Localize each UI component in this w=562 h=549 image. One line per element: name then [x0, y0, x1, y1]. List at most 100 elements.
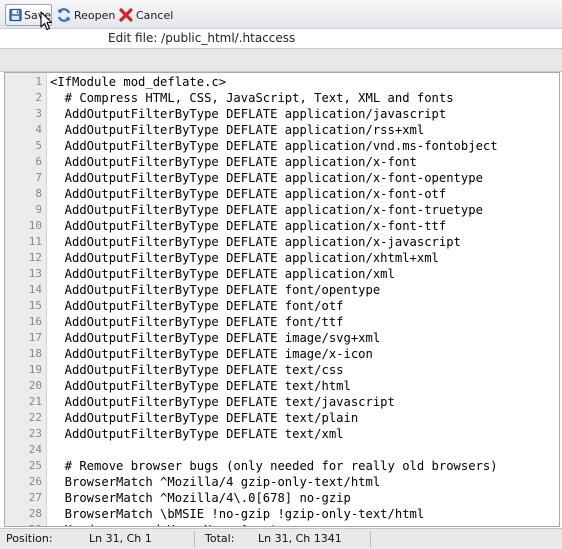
line-number: 1	[35, 75, 42, 88]
code-text: Header append Vary User-Agent	[50, 522, 278, 526]
line-number: 22	[28, 411, 42, 424]
editor-lines: 1 <IfModule mod_deflate.c> 2 # Compress HT…	[5, 74, 559, 526]
status-divider	[370, 531, 371, 547]
code-editor[interactable]: 1 <IfModule mod_deflate.c> 2 # Compress HT…	[4, 72, 560, 527]
code-text: AddOutputFilterByType DEFLATE image/x-ic…	[50, 347, 373, 361]
code-text: <IfModule mod_deflate.c>	[50, 75, 227, 89]
line-number: 8	[35, 187, 42, 200]
code-text: AddOutputFilterByType DEFLATE applicatio…	[50, 107, 447, 121]
line-number: 28	[28, 507, 42, 520]
code-line[interactable]: 17 AddOutputFilterByType DEFLATE image/s…	[5, 330, 559, 346]
line-number: 26	[28, 475, 42, 488]
code-text: # Compress HTML, CSS, JavaScript, Text, …	[50, 91, 454, 105]
code-line[interactable]: 18 AddOutputFilterByType DEFLATE image/x…	[5, 346, 559, 362]
code-text: BrowserMatch ^Mozilla/4\.0[678] no-gzip	[50, 491, 351, 505]
code-text: BrowserMatch \bMSIE !no-gzip !gzip-only-…	[50, 507, 425, 521]
code-text: AddOutputFilterByType DEFLATE applicatio…	[50, 171, 483, 185]
mouse-pointer-icon	[40, 11, 53, 31]
code-line[interactable]: 22 AddOutputFilterByType DEFLATE text/pl…	[5, 410, 559, 426]
line-number: 24	[28, 443, 42, 456]
line-number: 17	[28, 331, 42, 344]
line-number: 10	[28, 219, 42, 232]
code-line[interactable]: 4 AddOutputFilterByType DEFLATE applicat…	[5, 122, 559, 138]
code-line[interactable]: 20 AddOutputFilterByType DEFLATE text/ht…	[5, 378, 559, 394]
code-line[interactable]: 29 Header append Vary User-Agent	[5, 522, 559, 526]
editor-header-bar	[0, 48, 562, 72]
code-line[interactable]: 12 AddOutputFilterByType DEFLATE applica…	[5, 250, 559, 266]
code-text: BrowserMatch ^Mozilla/4 gzip-only-text/h…	[50, 475, 381, 489]
code-text: # Remove browser bugs (only needed for r…	[50, 459, 498, 473]
line-number: 13	[28, 267, 42, 280]
line-number: 23	[28, 427, 42, 440]
code-line[interactable]: 5 AddOutputFilterByType DEFLATE applicat…	[5, 138, 559, 154]
cancel-button-label: Cancel	[136, 8, 174, 22]
code-line[interactable]: 23 AddOutputFilterByType DEFLATE text/xm…	[5, 426, 559, 442]
code-text: AddOutputFilterByType DEFLATE applicatio…	[50, 219, 447, 233]
total-value: Ln 31, Ch 1341	[258, 532, 342, 545]
edit-file-path: Edit file: /public_html/.htaccess	[108, 31, 296, 45]
code-text: AddOutputFilterByType DEFLATE image/svg+…	[50, 331, 381, 345]
line-number: 21	[28, 395, 42, 408]
code-text: AddOutputFilterByType DEFLATE font/otf	[50, 299, 344, 313]
cancel-button[interactable]: Cancel	[118, 4, 173, 26]
position-label: Position:	[6, 532, 53, 545]
line-number: 12	[28, 251, 42, 264]
code-text: AddOutputFilterByType DEFLATE font/ttf	[50, 315, 344, 329]
reload-icon	[57, 8, 71, 22]
code-line[interactable]: 25 # Remove browser bugs (only needed fo…	[5, 458, 559, 474]
line-number: 4	[35, 123, 42, 136]
line-number: 16	[28, 315, 42, 328]
code-line[interactable]: 19 AddOutputFilterByType DEFLATE text/cs…	[5, 362, 559, 378]
code-text: AddOutputFilterByType DEFLATE applicatio…	[50, 187, 447, 201]
line-number: 3	[35, 107, 42, 120]
code-text: AddOutputFilterByType DEFLATE text/javas…	[50, 395, 395, 409]
code-line[interactable]: 26 BrowserMatch ^Mozilla/4 gzip-only-tex…	[5, 474, 559, 490]
code-line[interactable]: 9 AddOutputFilterByType DEFLATE applicat…	[5, 202, 559, 218]
code-line[interactable]: 21 AddOutputFilterByType DEFLATE text/ja…	[5, 394, 559, 410]
code-text: AddOutputFilterByType DEFLATE applicatio…	[50, 251, 439, 265]
code-line[interactable]: 28 BrowserMatch \bMSIE !no-gzip !gzip-on…	[5, 506, 559, 522]
code-line[interactable]: 7 AddOutputFilterByType DEFLATE applicat…	[5, 170, 559, 186]
position-value: Ln 31, Ch 1	[89, 532, 152, 545]
line-number: 18	[28, 347, 42, 360]
line-number: 2	[35, 91, 42, 104]
line-number: 27	[28, 491, 42, 504]
line-number: 29	[5, 522, 42, 526]
code-line[interactable]: 14 AddOutputFilterByType DEFLATE font/op…	[5, 282, 559, 298]
line-number: 14	[28, 283, 42, 296]
code-line[interactable]: 27 BrowserMatch ^Mozilla/4\.0[678] no-gz…	[5, 490, 559, 506]
line-number: 11	[28, 235, 42, 248]
code-line[interactable]: 15 AddOutputFilterByType DEFLATE font/ot…	[5, 298, 559, 314]
code-line[interactable]: 16 AddOutputFilterByType DEFLATE font/tt…	[5, 314, 559, 330]
line-number: 7	[35, 171, 42, 184]
code-text: AddOutputFilterByType DEFLATE text/html	[50, 379, 351, 393]
line-number: 25	[28, 459, 42, 472]
total-label: Total:	[205, 532, 235, 545]
code-line[interactable]: 10 AddOutputFilterByType DEFLATE applica…	[5, 218, 559, 234]
code-text: AddOutputFilterByType DEFLATE text/plain	[50, 411, 359, 425]
reopen-button[interactable]: Reopen	[56, 4, 115, 26]
code-text: AddOutputFilterByType DEFLATE applicatio…	[50, 203, 483, 217]
code-text: AddOutputFilterByType DEFLATE text/xml	[50, 427, 344, 441]
toolbar: Save Reopen Cancel	[0, 0, 562, 31]
code-line[interactable]: 24	[5, 442, 559, 458]
code-line[interactable]: 8 AddOutputFilterByType DEFLATE applicat…	[5, 186, 559, 202]
floppy-disk-icon	[9, 8, 22, 22]
code-line[interactable]: 1 <IfModule mod_deflate.c>	[5, 74, 559, 90]
code-line[interactable]: 2 # Compress HTML, CSS, JavaScript, Text…	[5, 90, 559, 106]
line-number: 15	[28, 299, 42, 312]
code-text: AddOutputFilterByType DEFLATE applicatio…	[50, 267, 395, 281]
status-bar: Position: Ln 31, Ch 1 Total: Ln 31, Ch 1…	[0, 528, 562, 549]
status-divider	[194, 531, 195, 547]
code-line[interactable]: 11 AddOutputFilterByType DEFLATE applica…	[5, 234, 559, 250]
line-number: 5	[35, 139, 42, 152]
code-text: AddOutputFilterByType DEFLATE text/css	[50, 363, 344, 377]
code-text: AddOutputFilterByType DEFLATE applicatio…	[50, 235, 461, 249]
line-number: 19	[28, 363, 42, 376]
code-line[interactable]: 13 AddOutputFilterByType DEFLATE applica…	[5, 266, 559, 282]
code-line[interactable]: 3 AddOutputFilterByType DEFLATE applicat…	[5, 106, 559, 122]
line-number: 9	[35, 203, 42, 216]
close-icon	[119, 8, 133, 22]
code-text: AddOutputFilterByType DEFLATE applicatio…	[50, 123, 425, 137]
code-line[interactable]: 6 AddOutputFilterByType DEFLATE applicat…	[5, 154, 559, 170]
